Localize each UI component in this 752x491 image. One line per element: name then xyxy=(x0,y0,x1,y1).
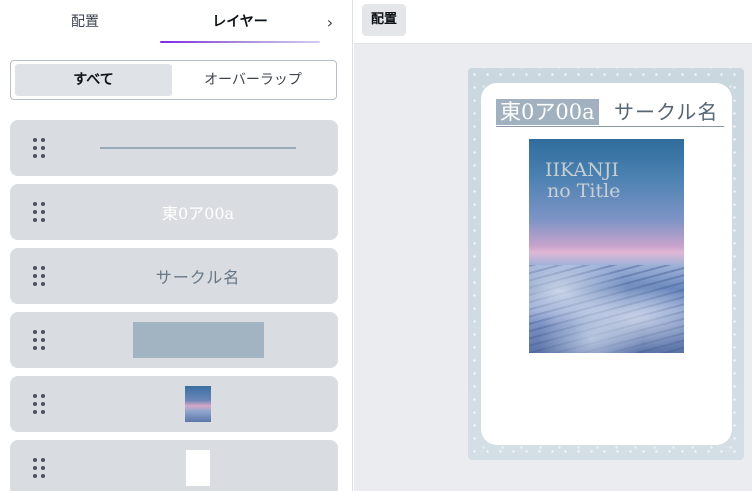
design-page[interactable]: 東0ア00a サークル名 IIKANJI no Title xyxy=(468,68,744,460)
line-preview xyxy=(100,147,296,149)
tab-layers-label: レイヤー xyxy=(212,14,268,30)
canvas-toolbar: 配置 xyxy=(354,0,752,44)
layer-item-circle-name[interactable]: サークル名 xyxy=(10,248,338,304)
drag-handle-icon[interactable] xyxy=(33,266,47,286)
layer-filter: すべて オーバーラップ xyxy=(10,60,337,100)
cover-title-line2: no Title xyxy=(547,180,621,202)
drag-handle-icon[interactable] xyxy=(33,330,47,350)
arrange-button[interactable]: 配置 xyxy=(362,4,406,36)
drag-handle-icon[interactable] xyxy=(33,202,47,222)
filter-overlap-button[interactable]: オーバーラップ xyxy=(174,64,332,96)
active-tab-underline xyxy=(160,41,320,43)
circle-name-text[interactable]: サークル名 xyxy=(614,99,718,125)
chevron-right-icon[interactable]: › xyxy=(320,0,340,45)
filter-all-button[interactable]: すべて xyxy=(15,64,172,96)
layer-text-preview: サークル名 xyxy=(155,268,241,287)
layers-panel: 配置 レイヤー › すべて オーバーラップ 東0ア00a サークル名 xyxy=(0,0,353,491)
white-shape-preview xyxy=(186,450,210,486)
rectangle-preview xyxy=(132,322,264,358)
title-text[interactable]: 東0ア00a xyxy=(496,99,599,125)
layer-item-title-text[interactable]: 東0ア00a xyxy=(10,184,338,240)
layer-preview xyxy=(68,312,328,368)
white-card[interactable]: 東0ア00a サークル名 IIKANJI no Title xyxy=(481,83,732,445)
layer-preview xyxy=(68,376,328,432)
title-row[interactable]: 東0ア00a サークル名 xyxy=(496,99,724,127)
snowfield-texture xyxy=(529,265,684,353)
tab-layers[interactable]: レイヤー xyxy=(160,0,320,45)
layer-preview: 東0ア00a xyxy=(68,184,328,240)
layer-preview xyxy=(68,440,328,491)
layer-text-preview: 東0ア00a xyxy=(161,204,235,223)
layer-item-line[interactable] xyxy=(10,120,338,176)
design-canvas-area: 配置 東0ア00a サークル名 IIKANJI no Title xyxy=(354,0,752,491)
layer-item-rectangle[interactable] xyxy=(10,312,338,368)
layer-item-white-card[interactable] xyxy=(10,440,338,491)
cover-photo[interactable]: IIKANJI no Title xyxy=(529,139,684,353)
panel-tabs: 配置 レイヤー › xyxy=(0,0,352,45)
drag-handle-icon[interactable] xyxy=(33,138,47,158)
drag-handle-icon[interactable] xyxy=(33,458,47,478)
layer-item-photo[interactable] xyxy=(10,376,338,432)
photo-thumbnail xyxy=(185,386,211,422)
tab-arrange[interactable]: 配置 xyxy=(10,0,160,45)
drag-handle-icon[interactable] xyxy=(33,394,47,414)
layer-preview xyxy=(68,120,328,176)
layer-preview: サークル名 xyxy=(68,248,328,304)
cover-title-line1: IIKANJI xyxy=(545,159,619,181)
